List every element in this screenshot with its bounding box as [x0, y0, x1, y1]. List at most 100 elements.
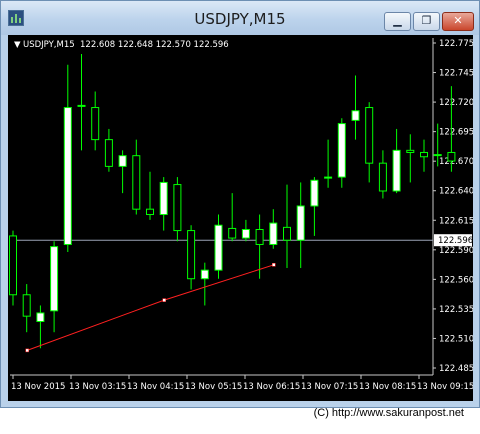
candle — [296, 182, 305, 269]
candle — [337, 118, 346, 188]
candle — [159, 177, 168, 231]
candle — [173, 177, 182, 242]
restore-button[interactable]: ❐ — [413, 12, 440, 31]
candle-body-bear — [146, 208, 154, 216]
trendline-anchor — [162, 298, 166, 302]
candle-body-bear — [187, 230, 196, 280]
close-button[interactable]: ✕ — [442, 12, 474, 31]
restore-icon: ❐ — [421, 14, 432, 27]
candle-body-bull — [200, 269, 209, 280]
candle-body-bull — [214, 224, 223, 271]
close-icon: ✕ — [453, 14, 463, 27]
candle-body-bull — [351, 110, 360, 121]
candle — [36, 305, 45, 349]
candle-body-bull — [296, 205, 305, 241]
candle-body-bear — [228, 227, 237, 239]
candle — [63, 64, 72, 252]
price-tick-label: 122.485 — [439, 364, 473, 374]
candle-body-bear — [132, 155, 141, 210]
chart-canvas[interactable]: 122.775 122.745 122.720 122.695 122.670 122.6… — [8, 35, 473, 401]
candle-body-bull — [324, 176, 333, 179]
candle — [269, 209, 278, 249]
candle — [420, 139, 428, 172]
time-tick-label: 13 Nov 06:15 — [243, 382, 300, 392]
candle — [146, 171, 154, 220]
trendline-anchor — [25, 348, 29, 353]
candle-body-bull — [159, 181, 168, 216]
candle — [365, 102, 374, 183]
candle — [118, 150, 127, 194]
candle — [9, 230, 17, 306]
candle-body-bull — [50, 246, 59, 312]
candle-body-bear — [9, 235, 17, 296]
chart-window: USDJPY,M15 ▁ ❐ ✕ 122.775 122.745 122.720 12… — [0, 0, 480, 408]
candle-body-bull — [241, 229, 250, 239]
copyright-text: (C) http://www.sakuranpost.net — [313, 407, 464, 419]
candle — [50, 241, 59, 333]
candle-body-bear — [406, 149, 415, 153]
candle — [378, 150, 387, 199]
price-tick-label: 122.510 — [439, 334, 473, 344]
time-tick-label: 13 Nov 2015 — [11, 382, 65, 392]
candle-body-bear — [365, 107, 374, 164]
price-tick-label: 122.560 — [439, 275, 473, 285]
candle-body-bear — [22, 294, 31, 317]
time-tick-label: 13 Nov 05:15 — [185, 382, 242, 392]
candle-body-bull — [269, 222, 278, 245]
symbol-label: USDJPY,M15 — [23, 40, 75, 50]
candle — [200, 262, 209, 306]
candle — [77, 54, 86, 151]
candle-body-bear — [378, 162, 387, 192]
time-tick-label: 13 Nov 07:15 — [301, 382, 358, 392]
candle — [22, 284, 31, 333]
candle-body-bear — [447, 151, 456, 162]
candle-body-bear — [420, 151, 428, 158]
candle-body-bull — [63, 107, 72, 245]
price-tick-label: 122.670 — [439, 157, 473, 167]
symbol-menu-icon: ▼ — [14, 40, 21, 50]
candle — [214, 214, 223, 279]
candle-body-bull — [310, 179, 319, 207]
candle-body-bear — [283, 226, 291, 241]
candle — [283, 184, 291, 269]
current-price-label: 122.596 — [438, 236, 473, 246]
time-tick-label: 13 Nov 04:15 — [127, 382, 184, 392]
candle — [406, 134, 415, 183]
price-tick-label: 122.640 — [439, 187, 473, 197]
price-tick-label: 122.775 — [439, 39, 473, 49]
candle-body-bear — [173, 184, 182, 232]
ohlc-values: 122.608 122.648 122.570 122.596 — [80, 40, 229, 50]
candle — [187, 225, 196, 290]
trendline-anchor — [272, 263, 276, 267]
time-tick-label: 13 Nov 09:15 — [417, 382, 473, 392]
price-tick-label: 122.745 — [439, 69, 473, 79]
candle-body-bear — [91, 107, 100, 141]
candle — [104, 128, 113, 172]
minimize-button[interactable]: ▁ — [384, 12, 411, 31]
candle — [310, 177, 319, 236]
candle — [91, 91, 100, 151]
candle-body-bull — [392, 149, 401, 192]
candle — [241, 219, 250, 242]
candle — [392, 128, 401, 194]
candlestick-chart[interactable]: 122.775 122.745 122.720 122.695 122.670 122.6… — [8, 35, 473, 401]
time-tick-label: 13 Nov 03:15 — [69, 382, 126, 392]
title-bar[interactable]: USDJPY,M15 ▁ ❐ ✕ — [1, 1, 479, 35]
time-tick-label: 13 Nov 08:15 — [359, 382, 416, 392]
candle — [324, 139, 333, 188]
price-tick-label: 122.695 — [439, 128, 473, 138]
price-tick-label: 122.590 — [439, 246, 473, 256]
minimize-icon: ▁ — [393, 14, 402, 27]
candle-body-bull — [36, 312, 45, 323]
price-tick-label: 122.615 — [439, 216, 473, 226]
candle — [228, 193, 237, 242]
candle-body-bull — [118, 155, 127, 167]
candle — [132, 139, 141, 215]
candle — [351, 75, 360, 140]
trendline — [27, 264, 274, 351]
price-tick-label: 122.535 — [439, 305, 473, 315]
candle-body-bear — [104, 139, 113, 167]
candle-body-bull — [433, 154, 442, 157]
price-tick-label: 122.720 — [439, 98, 473, 108]
candle-body-bear — [255, 229, 264, 245]
